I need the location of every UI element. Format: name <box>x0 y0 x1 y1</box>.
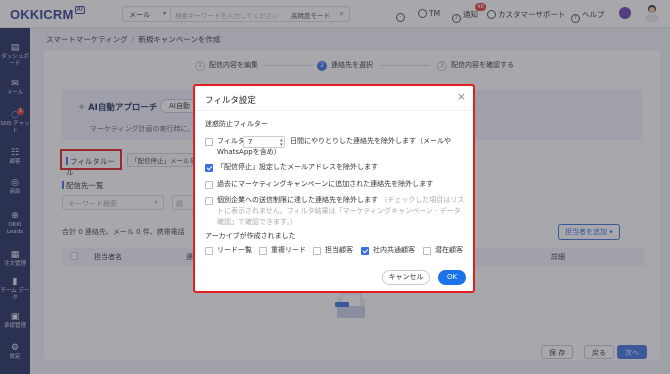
modal-title: フィルタ設定 <box>205 96 256 106</box>
archive-section: アーカイブが作成されました <box>205 232 296 240</box>
spam-filter-section: 迷惑防止フィルター <box>205 120 268 128</box>
exclude-unsubscribed-label: 「配信停止」設定したメールアドレスを除外します <box>217 163 378 171</box>
exclude-unsubscribed-checkbox[interactable] <box>205 164 213 172</box>
archive-duplicate-label: 重複リード <box>271 246 306 254</box>
exclude-limit-label: 個別企業への送信制限に達した連絡先を除外します （チェックした項目はリストに表示… <box>217 196 465 226</box>
exclude-limit-checkbox[interactable] <box>205 197 213 205</box>
exclude-added-label: 過去にマーケティングキャンペーンに追加された連絡先を除外します <box>217 180 434 188</box>
filter-desc: 日間にやりとりした連絡先を除外します（メールや <box>290 137 451 145</box>
archive-shared-checkbox[interactable] <box>361 247 369 255</box>
archive-owned-checkbox[interactable] <box>313 247 321 255</box>
filter-desc-2: WhatsAppを含め） <box>217 148 281 156</box>
archive-duplicate-checkbox[interactable] <box>259 247 267 255</box>
archive-owned-label: 担当顧客 <box>325 246 353 254</box>
archive-shared-label: 社内共通顧客 <box>373 246 415 254</box>
filter-label: フィルタ <box>217 137 245 145</box>
archive-lead-list-checkbox[interactable] <box>205 247 213 255</box>
archive-potential-label: 潜在顧客 <box>435 246 463 254</box>
exclude-added-checkbox[interactable] <box>205 181 213 189</box>
cancel-button[interactable]: キャンセル <box>382 270 430 285</box>
filter-days-checkbox[interactable] <box>205 138 213 146</box>
ok-button[interactable]: OK <box>438 270 466 285</box>
archive-lead-list-label: リード一覧 <box>217 246 252 254</box>
filter-settings-modal: フィルタ設定 × 迷惑防止フィルター フィルタ 7 ▲ ▼ 日間にやりとりした連絡先… <box>193 84 475 293</box>
close-icon[interactable]: × <box>457 90 466 103</box>
stepper-icon[interactable]: ▲ ▼ <box>280 137 283 147</box>
archive-potential-checkbox[interactable] <box>423 247 431 255</box>
